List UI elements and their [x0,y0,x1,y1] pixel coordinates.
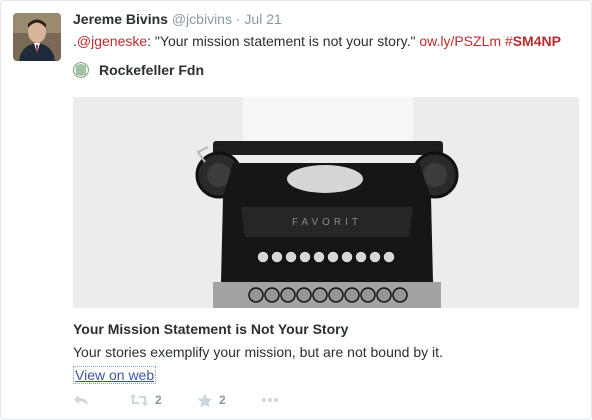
card-image[interactable]: FAVORIT [73,97,579,308]
star-icon [197,393,213,407]
tweet-content: Jereme Bivins @jcbivins · Jul 21 .@jgene… [73,9,579,385]
text-body: : "Your mission statement is not your st… [147,33,420,49]
favorite-button[interactable]: 2 [197,393,261,408]
more-options-button[interactable] [261,397,279,403]
author-handle[interactable]: @jcbivins [172,11,232,27]
mention-link[interactable]: @jgeneske [77,33,147,49]
view-on-web-link[interactable]: View on web [73,366,157,384]
reply-icon [74,395,88,405]
card-title[interactable]: Your Mission Statement is Not Your Story [73,320,579,338]
hashtag-link[interactable]: #SM4NP [505,33,561,49]
reply-button[interactable] [73,393,129,407]
author-name[interactable]: Jereme Bivins [73,11,168,27]
retweet-button[interactable]: 2 [129,393,197,407]
retweet-count: 2 [155,393,162,407]
card-description: Your stories exemplify your mission, but… [73,344,443,360]
tweet-header: Jereme Bivins @jcbivins · Jul 21 [73,9,579,29]
tweet-card: Jereme Bivins @jcbivins · Jul 21 .@jgene… [0,0,592,420]
hashtag-text: SM4NP [512,33,561,49]
more-dots-icon [262,398,278,402]
hashtag-symbol: # [504,33,513,49]
typewriter-image-icon: FAVORIT [73,97,579,308]
tweet-actions: 2 2 [73,389,279,411]
rockefeller-logo-icon [73,62,89,78]
card-source[interactable]: Rockefeller Fdn [73,61,579,79]
tweet-text: .@jgeneske: "Your mission statement is n… [73,31,579,51]
source-name: Rockefeller Fdn [99,62,205,78]
retweet-icon [129,394,149,406]
svg-text:FAVORIT: FAVORIT [292,217,362,228]
tweet-timestamp[interactable]: Jul 21 [244,11,281,27]
url-link[interactable]: ow.ly/PSZLm [419,33,501,49]
avatar[interactable] [13,13,61,61]
favorite-count: 2 [219,393,226,407]
separator-dot: · [235,11,241,27]
